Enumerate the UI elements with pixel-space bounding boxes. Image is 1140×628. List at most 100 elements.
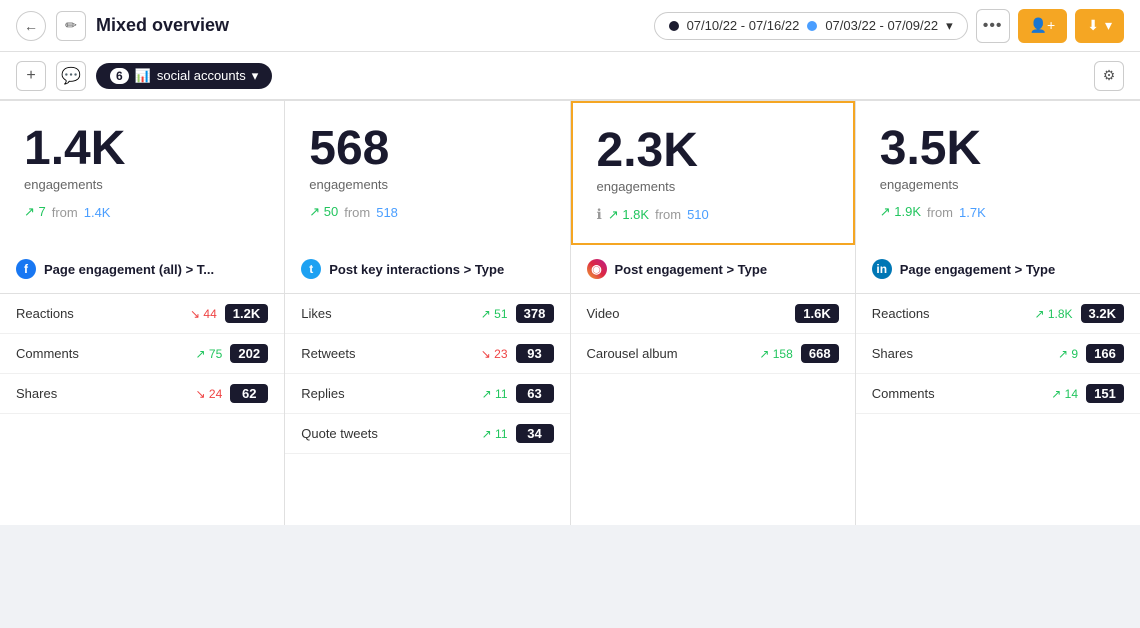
change-arrow-3: ↗ 1.9K: [880, 204, 921, 220]
detail-row-item-0-1: Comments ↗ 75 202: [0, 334, 284, 374]
detail-title-1: Post key interactions > Type: [329, 262, 504, 277]
row-value-0-1: 202: [230, 344, 268, 363]
metric-card-3: 3.5K engagements ↗ 1.9K from 1.7K: [856, 101, 1140, 245]
detail-row-item-1-1: Retweets ↘ 23 93: [285, 334, 569, 374]
detail-title-3: Page engagement > Type: [900, 262, 1055, 277]
detail-row-item-1-3: Quote tweets ↗ 11 34: [285, 414, 569, 454]
row-label-1-2: Replies: [301, 386, 481, 401]
row-label-2-1: Carousel album: [587, 346, 760, 361]
more-icon: •••: [983, 17, 1003, 35]
change-prev-3: 1.7K: [959, 205, 986, 220]
platform-icon-1: t: [301, 259, 321, 279]
add-widget-button[interactable]: +: [16, 61, 46, 91]
back-button[interactable]: ←: [16, 11, 46, 41]
row-label-3-0: Reactions: [872, 306, 1035, 321]
row-change-0-0: ↘ 44: [190, 307, 217, 321]
row-change-3-1: ↗ 9: [1058, 347, 1078, 361]
header: ← ✏ Mixed overview 07/10/22 - 07/16/22 0…: [0, 0, 1140, 52]
add-user-button[interactable]: 👤+: [1018, 9, 1068, 43]
metric-change-0: ↗ 7 from 1.4K: [24, 204, 260, 220]
change-arrow-1: ↗ 50: [309, 204, 338, 220]
change-from-0: from: [52, 205, 78, 220]
change-arrow-0: ↗ 7: [24, 204, 46, 220]
metric-change-3: ↗ 1.9K from 1.7K: [880, 204, 1116, 220]
social-accounts-label: social accounts: [157, 68, 246, 83]
row-label-3-1: Shares: [872, 346, 1058, 361]
row-value-0-2: 62: [230, 384, 268, 403]
change-prev-2: 510: [687, 207, 709, 222]
row-change-1-2: ↗ 11: [482, 387, 508, 401]
page-title: Mixed overview: [96, 15, 229, 36]
detail-header-1: t Post key interactions > Type: [285, 245, 569, 294]
change-prev-0: 1.4K: [84, 205, 111, 220]
row-value-1-1: 93: [516, 344, 554, 363]
metric-label-2: engagements: [597, 179, 829, 194]
detail-row-item-0-2: Shares ↘ 24 62: [0, 374, 284, 414]
detail-row-item-2-0: Video 1.6K: [571, 294, 855, 334]
info-icon: ℹ: [597, 206, 602, 223]
detail-row-item-1-0: Likes ↗ 51 378: [285, 294, 569, 334]
change-from-1: from: [344, 205, 370, 220]
row-label-1-3: Quote tweets: [301, 426, 481, 441]
export-icon: ⬇: [1087, 17, 1099, 34]
row-change-2-1: ↗ 158: [759, 347, 792, 361]
platform-icon-0: f: [16, 259, 36, 279]
metric-value-1: 568: [309, 125, 545, 173]
row-change-3-2: ↗ 14: [1051, 387, 1078, 401]
detail-row-item-3-2: Comments ↗ 14 151: [856, 374, 1140, 414]
row-value-2-1: 668: [801, 344, 839, 363]
metric-value-2: 2.3K: [597, 127, 829, 175]
comment-button[interactable]: 💬: [56, 61, 86, 91]
header-left: ← ✏ Mixed overview: [16, 11, 642, 41]
plus-icon: +: [26, 67, 35, 85]
change-prev-1: 518: [376, 205, 398, 220]
row-change-0-1: ↗ 75: [196, 347, 223, 361]
metric-change-1: ↗ 50 from 518: [309, 204, 545, 220]
chevron-down-icon: ▾: [946, 18, 953, 34]
main-content: 1.4K engagements ↗ 7 from 1.4K 568 engag…: [0, 100, 1140, 628]
change-from-3: from: [927, 205, 953, 220]
row-label-3-2: Comments: [872, 386, 1052, 401]
detail-header-2: ◉ Post engagement > Type: [571, 245, 855, 294]
social-accounts-button[interactable]: 6 📊 social accounts ▾: [96, 63, 272, 89]
metrics-row: 1.4K engagements ↗ 7 from 1.4K 568 engag…: [0, 100, 1140, 245]
header-right: 07/10/22 - 07/16/22 07/03/22 - 07/09/22 …: [654, 9, 1124, 43]
export-button[interactable]: ⬇ ▾: [1075, 9, 1124, 43]
row-label-2-0: Video: [587, 306, 796, 321]
date-range-button[interactable]: 07/10/22 - 07/16/22 07/03/22 - 07/09/22 …: [654, 12, 968, 40]
detail-card-2: ◉ Post engagement > Type Video 1.6K Caro…: [571, 245, 855, 525]
filter-button[interactable]: ⚙: [1094, 61, 1124, 91]
edit-button[interactable]: ✏: [56, 11, 86, 41]
detail-row-item-2-1: Carousel album ↗ 158 668: [571, 334, 855, 374]
row-label-0-0: Reactions: [16, 306, 190, 321]
row-change-0-2: ↘ 24: [196, 387, 223, 401]
chevron-down-icon-export: ▾: [1105, 17, 1112, 34]
row-change-1-1: ↘ 23: [481, 347, 508, 361]
detail-header-0: f Page engagement (all) > T...: [0, 245, 284, 294]
comment-icon: 💬: [61, 66, 81, 86]
add-user-icon: 👤+: [1030, 17, 1056, 34]
metric-card-1: 568 engagements ↗ 50 from 518: [285, 101, 569, 245]
detail-header-3: in Page engagement > Type: [856, 245, 1140, 294]
current-period-dot: [669, 21, 679, 31]
bar-chart-icon: 📊: [135, 68, 151, 84]
metric-label-0: engagements: [24, 177, 260, 192]
detail-card-3: in Page engagement > Type Reactions ↗ 1.…: [856, 245, 1140, 525]
detail-title-0: Page engagement (all) > T...: [44, 262, 214, 277]
more-options-button[interactable]: •••: [976, 9, 1010, 43]
row-value-3-1: 166: [1086, 344, 1124, 363]
platform-icon-2: ◉: [587, 259, 607, 279]
metric-value-0: 1.4K: [24, 125, 260, 173]
back-icon: ←: [24, 18, 38, 34]
detail-row: f Page engagement (all) > T... Reactions…: [0, 245, 1140, 525]
detail-card-1: t Post key interactions > Type Likes ↗ 5…: [285, 245, 569, 525]
social-accounts-badge: 6: [110, 68, 129, 84]
row-label-0-1: Comments: [16, 346, 196, 361]
detail-row-item-0-0: Reactions ↘ 44 1.2K: [0, 294, 284, 334]
row-value-3-2: 151: [1086, 384, 1124, 403]
filter-icon: ⚙: [1103, 67, 1116, 84]
prev-date-range: 07/03/22 - 07/09/22: [825, 18, 938, 33]
row-value-1-2: 63: [516, 384, 554, 403]
detail-row-item-3-1: Shares ↗ 9 166: [856, 334, 1140, 374]
metric-label-1: engagements: [309, 177, 545, 192]
